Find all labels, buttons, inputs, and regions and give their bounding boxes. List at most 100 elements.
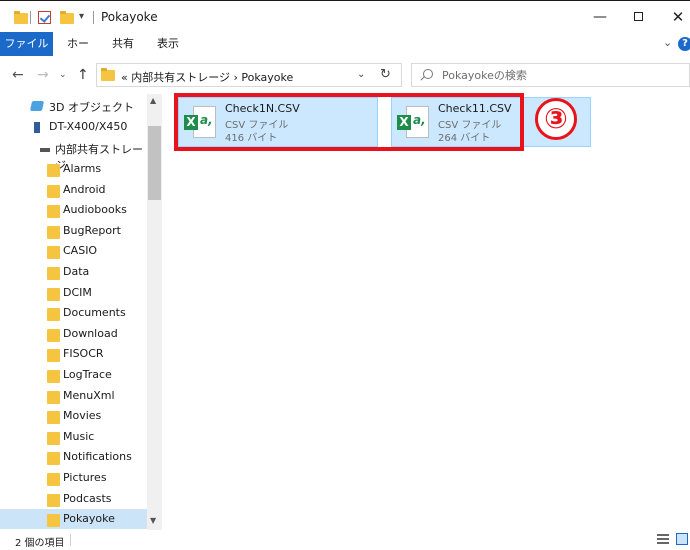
sidebar-item-internal-storage[interactable]: 内部共有ストレージ	[0, 138, 147, 172]
sidebar-item-label: FISOCR	[63, 347, 104, 361]
sidebar-item-folder[interactable]: Music	[0, 427, 147, 447]
address-row: ← → ⌄ ↑ « 内部共有ストレージ › Pokayoke ⌄ ↻	[0, 56, 690, 94]
address-bar[interactable]: « 内部共有ストレージ › Pokayoke ⌄ ↻	[96, 63, 402, 87]
scrollbar-thumb[interactable]	[148, 126, 161, 200]
sidebar-item-folder[interactable]: Movies	[0, 406, 147, 426]
sidebar-item-folder[interactable]: Notifications	[0, 447, 147, 467]
new-folder-icon[interactable]	[60, 11, 74, 24]
folder-icon	[47, 328, 60, 342]
sidebar-item-label: Notifications	[63, 450, 132, 464]
folder-icon	[47, 370, 60, 383]
forward-button[interactable]: →	[37, 67, 49, 83]
folder-icon	[47, 267, 60, 280]
sidebar-item-folder[interactable]: Pokayoke	[0, 509, 147, 530]
annotation-highlight-box	[174, 93, 524, 151]
sidebar-item-folder[interactable]: DCIM	[0, 283, 147, 303]
up-button[interactable]: ↑	[77, 67, 89, 83]
sidebar-item-folder[interactable]: Audiobooks	[0, 200, 147, 220]
separator	[93, 11, 94, 24]
tab-share[interactable]: 共有	[108, 32, 138, 56]
sidebar-item-folder[interactable]: Alarms	[0, 159, 147, 179]
scroll-down-icon[interactable]: ▼	[150, 516, 156, 525]
recent-locations-chevron-icon[interactable]: ⌄	[59, 70, 67, 80]
sidebar-item-device[interactable]: DT-X400/X450	[0, 117, 147, 137]
folder-icon	[47, 349, 60, 363]
folder-icon	[47, 473, 60, 486]
sidebar-item-label: CASIO	[63, 244, 98, 258]
sidebar-item-folder[interactable]: BugReport	[0, 221, 147, 241]
folder-icon	[47, 205, 60, 219]
status-bar: 2 個の項目	[0, 530, 690, 550]
folder-icon	[47, 246, 60, 260]
sidebar-item-label: LogTrace	[63, 368, 112, 381]
sidebar-item-label: Pokayoke	[63, 512, 115, 526]
search-input[interactable]	[442, 66, 682, 84]
file-list: X a, Check1N.CSV CSV ファイル 416 バイト X a, C…	[162, 93, 690, 530]
tab-home[interactable]: ホーム	[63, 32, 93, 74]
details-view-icon[interactable]	[657, 534, 669, 545]
sidebar-item-label: Download	[63, 326, 118, 340]
back-button[interactable]: ←	[12, 67, 24, 83]
maximize-icon	[633, 12, 643, 21]
ribbon-tabs: ファイル ホーム 共有 表示 ⌄ ?	[0, 32, 690, 74]
folder-icon	[47, 308, 60, 322]
folder-icon	[47, 287, 60, 301]
sidebar-item-label: Android	[63, 182, 106, 196]
device-icon	[34, 122, 40, 133]
folder-icon	[47, 411, 60, 425]
sidebar-item-folder[interactable]: Pictures	[0, 468, 147, 488]
sidebar-item-label: MenuXml	[63, 388, 115, 402]
title-bar: ▾ Pokayoke — ✕	[0, 0, 690, 32]
scroll-up-icon[interactable]: ▲	[150, 96, 156, 105]
folder-icon	[47, 452, 60, 466]
quick-access-dropdown-icon[interactable]: ▾	[79, 11, 84, 22]
sidebar-item-label: Movies	[63, 409, 102, 423]
storage-icon	[40, 148, 50, 152]
search-icon	[423, 69, 433, 79]
sidebar-item-folder[interactable]: LogTrace	[0, 365, 147, 385]
sidebar-item-label: BugReport	[63, 223, 121, 237]
sidebar-item-label: 3D オブジェクト	[49, 101, 134, 114]
large-icons-view-icon[interactable]	[676, 533, 688, 545]
refresh-button[interactable]: ↻	[380, 67, 391, 82]
sidebar-item-label: Podcasts	[63, 491, 112, 505]
sidebar-item-folder[interactable]: Android	[0, 180, 147, 200]
minimize-button[interactable]: —	[590, 8, 610, 26]
sidebar-item-3d-objects[interactable]: 3D オブジェクト	[0, 96, 147, 116]
address-dropdown-icon[interactable]: ⌄	[357, 69, 365, 80]
window-title: Pokayoke	[101, 10, 158, 24]
step-number-marker: ③	[535, 98, 577, 140]
sidebar-item-folder[interactable]: Download	[0, 324, 147, 344]
sidebar-item-folder[interactable]: MenuXml	[0, 386, 147, 406]
separator	[70, 534, 71, 546]
navigation-pane: 3D オブジェクト DT-X400/X450 内部共有ストレージ Alarms A…	[0, 94, 162, 530]
separator	[30, 11, 31, 24]
folder-icon	[47, 493, 60, 507]
folder-icon	[14, 11, 28, 24]
tab-file[interactable]: ファイル	[0, 32, 53, 56]
sidebar-item-label: Audiobooks	[63, 203, 127, 217]
tab-view[interactable]: 表示	[153, 32, 183, 56]
folder-icon	[47, 164, 60, 177]
sidebar-item-label: DT-X400/X450	[49, 120, 128, 133]
sidebar-item-folder[interactable]: Documents	[0, 303, 147, 323]
3d-objects-icon	[29, 101, 45, 111]
item-count: 2 個の項目	[15, 538, 65, 549]
sidebar-item-folder[interactable]: CASIO	[0, 241, 147, 261]
help-icon[interactable]: ?	[678, 37, 690, 51]
breadcrumb[interactable]: « 内部共有ストレージ › Pokayoke	[121, 69, 293, 85]
maximize-button[interactable]	[628, 8, 648, 26]
sidebar-item-folder[interactable]: Podcasts	[0, 489, 147, 509]
sidebar-item-folder[interactable]: Data	[0, 262, 147, 282]
properties-check-icon[interactable]	[38, 11, 51, 24]
folder-icon	[47, 390, 60, 404]
close-button[interactable]: ✕	[668, 8, 688, 26]
expand-ribbon-chevron-icon[interactable]: ⌄	[663, 36, 672, 49]
folder-icon	[47, 225, 60, 239]
folder-icon	[101, 68, 115, 81]
sidebar-item-label: Pictures	[63, 471, 107, 484]
search-box[interactable]	[411, 63, 690, 87]
sidebar-item-folder[interactable]: FISOCR	[0, 344, 147, 364]
sidebar-item-label: DCIM	[63, 285, 92, 299]
scrollbar[interactable]: ▲ ▼	[147, 94, 162, 530]
